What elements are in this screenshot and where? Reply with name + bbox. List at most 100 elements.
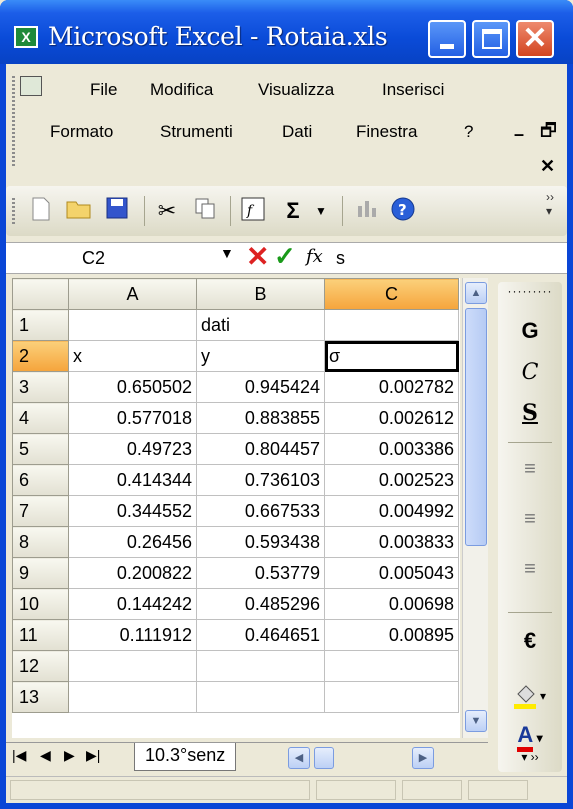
scroll-down-icon[interactable]: ▼ xyxy=(465,710,487,732)
hscroll-left-icon[interactable]: ◀ xyxy=(288,747,310,769)
row-header[interactable]: 3 xyxy=(12,371,69,403)
cell-b9[interactable]: 0.53779 xyxy=(196,557,325,589)
cell-b13[interactable] xyxy=(196,681,325,713)
copy-icon[interactable] xyxy=(190,196,220,226)
menu-file[interactable]: File xyxy=(90,80,117,100)
row-header[interactable]: 12 xyxy=(12,650,69,682)
chart-icon[interactable] xyxy=(352,196,382,226)
menu-strumenti[interactable]: Strumenti xyxy=(160,122,233,142)
first-sheet-icon[interactable]: |◀ xyxy=(12,747,26,764)
cell-c7[interactable]: 0.004992 xyxy=(324,495,459,527)
cell-b1[interactable]: dati xyxy=(196,309,325,341)
cell-a12[interactable] xyxy=(68,650,197,682)
cancel-icon[interactable]: ✕ xyxy=(246,240,269,273)
cell-b4[interactable]: 0.883855 xyxy=(196,402,325,434)
row-header[interactable]: 2 xyxy=(12,340,69,372)
cell-a2[interactable]: x xyxy=(68,340,197,372)
row-header[interactable]: 4 xyxy=(12,402,69,434)
autosum-icon[interactable]: Σ xyxy=(278,196,308,226)
cell-a1[interactable] xyxy=(68,309,197,341)
name-box-dropdown-icon[interactable]: ▼ xyxy=(220,245,234,261)
new-icon[interactable] xyxy=(26,196,56,226)
cell-b12[interactable] xyxy=(196,650,325,682)
workbook-icon[interactable] xyxy=(20,76,42,96)
cell-c11[interactable]: 0.00895 xyxy=(324,619,459,651)
workbook-restore-icon[interactable]: 🗗 xyxy=(540,118,557,148)
toolbar-overflow-icon[interactable]: ▾ ›› xyxy=(498,750,562,764)
cell-c2[interactable]: σ xyxy=(324,340,459,372)
menu-modifica[interactable]: Modifica xyxy=(150,80,213,100)
sheet-tab-active[interactable]: 10.3°senz xyxy=(134,743,237,771)
menu-help[interactable]: ? xyxy=(464,122,473,142)
title-bar[interactable]: X Microsoft Excel - Rotaia.xls ✕ xyxy=(0,0,573,64)
formula-input[interactable]: s xyxy=(336,243,345,273)
fill-color-icon[interactable]: ▾ xyxy=(498,680,562,716)
help-icon[interactable]: ? xyxy=(388,196,418,226)
cell-c1[interactable] xyxy=(324,309,459,341)
toolbar-overflow-icon[interactable]: ›› ▾ xyxy=(546,190,562,232)
cell-b11[interactable]: 0.464651 xyxy=(196,619,325,651)
paste-function-icon[interactable]: f xyxy=(238,196,268,226)
menu-inserisci[interactable]: Inserisci xyxy=(382,80,444,100)
insert-function-icon[interactable]: fx xyxy=(306,246,323,267)
column-header-c[interactable]: C xyxy=(324,278,459,310)
row-header[interactable]: 6 xyxy=(12,464,69,496)
cell-c6[interactable]: 0.002523 xyxy=(324,464,459,496)
row-header[interactable]: 9 xyxy=(12,557,69,589)
minimize-button[interactable] xyxy=(428,20,466,58)
scroll-thumb[interactable] xyxy=(465,308,487,546)
cell-c4[interactable]: 0.002612 xyxy=(324,402,459,434)
cell-b3[interactable]: 0.945424 xyxy=(196,371,325,403)
menu-formato[interactable]: Formato xyxy=(50,122,113,142)
menu-grip[interactable] xyxy=(12,76,15,168)
row-header[interactable]: 10 xyxy=(12,588,69,620)
align-left-icon[interactable]: ≡ xyxy=(498,458,562,481)
cell-a5[interactable]: 0.49723 xyxy=(68,433,197,465)
cell-a4[interactable]: 0.577018 xyxy=(68,402,197,434)
close-button[interactable]: ✕ xyxy=(516,20,554,58)
cell-b6[interactable]: 0.736103 xyxy=(196,464,325,496)
workbook-minimize-icon[interactable]: – xyxy=(514,124,524,145)
prev-sheet-icon[interactable]: ◀ xyxy=(40,747,51,764)
scroll-up-icon[interactable]: ▲ xyxy=(465,282,487,304)
open-icon[interactable] xyxy=(64,196,94,226)
menu-dati[interactable]: Dati xyxy=(282,122,312,142)
last-sheet-icon[interactable]: ▶| xyxy=(86,747,100,764)
excel-icon[interactable]: X xyxy=(14,26,38,48)
maximize-button[interactable] xyxy=(472,20,510,58)
save-icon[interactable] xyxy=(102,196,132,226)
bold-button[interactable]: G xyxy=(498,318,562,344)
align-right-icon[interactable]: ≡ xyxy=(498,558,562,581)
cell-a10[interactable]: 0.144242 xyxy=(68,588,197,620)
name-box[interactable]: C2 xyxy=(6,243,206,273)
cut-icon[interactable]: ✂ xyxy=(152,196,182,226)
cell-c9[interactable]: 0.005043 xyxy=(324,557,459,589)
vertical-scrollbar[interactable]: ▲ ▼ xyxy=(462,278,488,738)
cell-a6[interactable]: 0.414344 xyxy=(68,464,197,496)
toolbar-grip[interactable] xyxy=(12,198,15,224)
row-header[interactable]: 13 xyxy=(12,681,69,713)
row-header[interactable]: 11 xyxy=(12,619,69,651)
cell-b10[interactable]: 0.485296 xyxy=(196,588,325,620)
worksheet-grid[interactable]: A B C 1 dati 2 x y σ 3 0.650502 0.945424 0.002782… xyxy=(12,278,460,738)
select-all-corner[interactable] xyxy=(12,278,69,310)
cell-b2[interactable]: y xyxy=(196,340,325,372)
italic-button[interactable]: C xyxy=(498,360,562,385)
row-header[interactable]: 5 xyxy=(12,433,69,465)
currency-button[interactable]: € xyxy=(498,628,562,654)
workbook-close-icon[interactable]: ✕ xyxy=(540,156,555,177)
cell-c12[interactable] xyxy=(324,650,459,682)
cell-b8[interactable]: 0.593438 xyxy=(196,526,325,558)
cell-b5[interactable]: 0.804457 xyxy=(196,433,325,465)
column-header-b[interactable]: B xyxy=(196,278,325,310)
cell-a13[interactable] xyxy=(68,681,197,713)
cell-a9[interactable]: 0.200822 xyxy=(68,557,197,589)
cell-a8[interactable]: 0.26456 xyxy=(68,526,197,558)
align-center-icon[interactable]: ≡ xyxy=(498,508,562,531)
toolbar-grip[interactable]: ········· xyxy=(498,284,562,298)
font-color-button[interactable]: A ▾ xyxy=(498,722,562,752)
next-sheet-icon[interactable]: ▶ xyxy=(64,747,75,764)
cell-c8[interactable]: 0.003833 xyxy=(324,526,459,558)
hscroll-thumb[interactable] xyxy=(314,747,334,769)
row-header[interactable]: 1 xyxy=(12,309,69,341)
